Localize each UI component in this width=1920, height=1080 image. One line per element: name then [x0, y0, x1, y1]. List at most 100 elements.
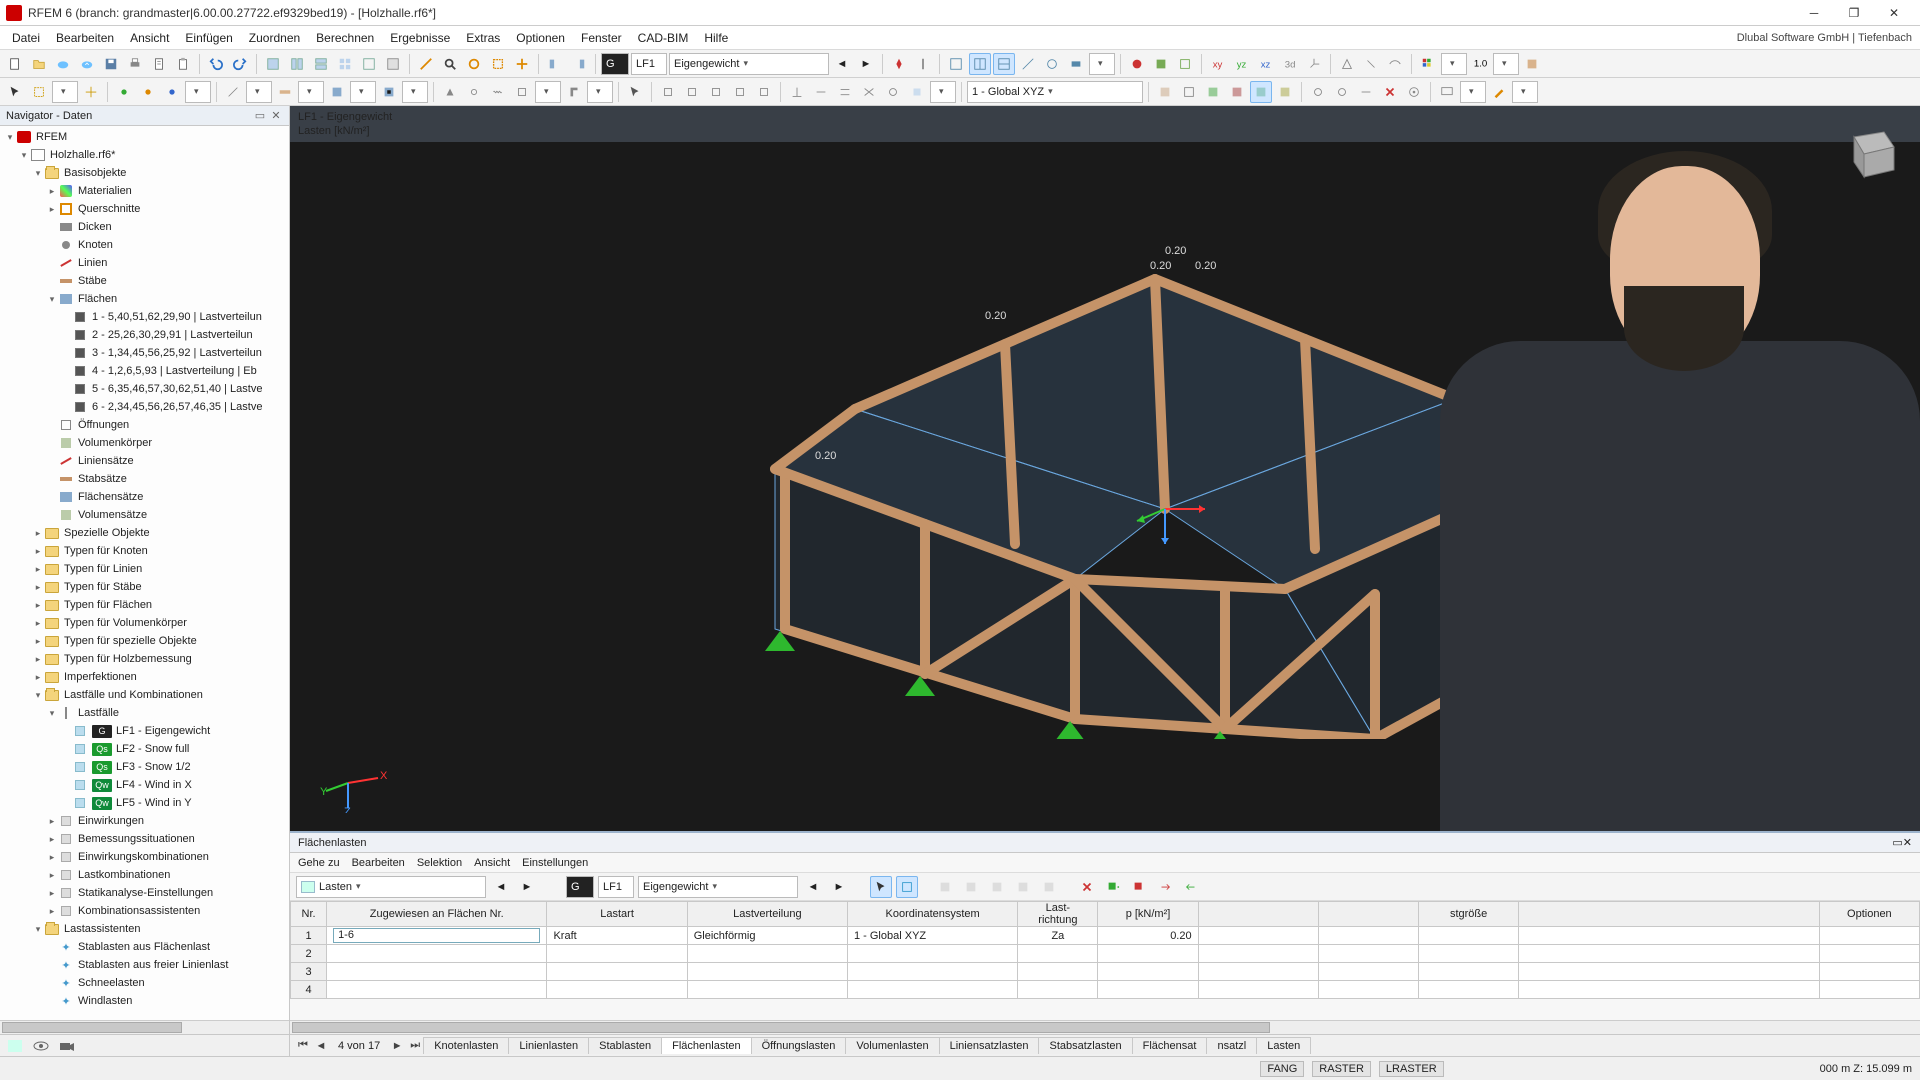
- scale-button[interactable]: 1.0: [1469, 53, 1491, 75]
- tp-lf-name[interactable]: Eigengewicht: [638, 876, 798, 898]
- tp-b3[interactable]: [986, 876, 1008, 898]
- lock-xy-button[interactable]: xy: [1207, 53, 1229, 75]
- tp-prev-group[interactable]: ◄: [490, 876, 512, 898]
- menu-einfuegen[interactable]: Einfügen: [177, 28, 240, 48]
- line-button[interactable]: [222, 81, 244, 103]
- tree-row-loadcase[interactable]: QsLF3 - Snow 1/2: [0, 758, 289, 776]
- lf-name-combo[interactable]: Eigengewicht: [669, 53, 829, 75]
- tp-import[interactable]: [1180, 876, 1202, 898]
- tree-row[interactable]: ✦Stablasten aus freier Linienlast: [0, 956, 289, 974]
- member-button[interactable]: [274, 81, 296, 103]
- tree-row-loadcase[interactable]: QwLF4 - Wind in X: [0, 776, 289, 794]
- view-cube[interactable]: [1834, 122, 1904, 182]
- tp-menu-edit[interactable]: Bearbeiten: [352, 857, 405, 869]
- lf-prev-button[interactable]: ◄: [831, 53, 853, 75]
- tp-select1[interactable]: [870, 876, 892, 898]
- hinge-button[interactable]: [463, 81, 485, 103]
- render-3-button[interactable]: [1174, 53, 1196, 75]
- maximize-button[interactable]: ❐: [1834, 1, 1874, 25]
- layout-1-button[interactable]: [262, 53, 284, 75]
- tp-menu-goto[interactable]: Gehe zu: [298, 857, 340, 869]
- display-right-button[interactable]: [568, 53, 590, 75]
- table-row[interactable]: 11-6KraftGleichförmig1 - Global XYZZa0.2…: [291, 927, 1920, 945]
- tp-next-group[interactable]: ►: [516, 876, 538, 898]
- surface-button[interactable]: [326, 81, 348, 103]
- menu-optionen[interactable]: Optionen: [508, 28, 573, 48]
- tree-row[interactable]: ▸Spezielle Objekte: [0, 524, 289, 542]
- t3-button[interactable]: [834, 81, 856, 103]
- tp-b4[interactable]: [1012, 876, 1034, 898]
- color-more[interactable]: [1441, 53, 1467, 75]
- tree-row[interactable]: 6 - 2,34,45,56,26,57,46,35 | Lastve: [0, 398, 289, 416]
- tp-b5[interactable]: [1038, 876, 1060, 898]
- tp-b1[interactable]: [934, 876, 956, 898]
- select-rect-button[interactable]: [28, 81, 50, 103]
- show-loads-button[interactable]: [1360, 53, 1382, 75]
- tree-row[interactable]: ▸Einwirkungen: [0, 812, 289, 830]
- cloud-sync-button[interactable]: [76, 53, 98, 75]
- viewport-3d[interactable]: LF1 - Eigengewicht Lasten [kN/m²]: [290, 106, 1920, 831]
- tab-prev[interactable]: ◄: [312, 1040, 330, 1052]
- tp-lf-code[interactable]: LF1: [598, 876, 634, 898]
- lock-yz-button[interactable]: yz: [1231, 53, 1253, 75]
- table-tab[interactable]: Lasten: [1256, 1037, 1311, 1054]
- render-2-button[interactable]: [1150, 53, 1172, 75]
- t2-button[interactable]: [810, 81, 832, 103]
- tp-add[interactable]: [1102, 876, 1124, 898]
- table-close-icon[interactable]: ✕: [1903, 836, 1912, 849]
- tree-row[interactable]: ▸Typen für Volumenkörper: [0, 614, 289, 632]
- cursor-button[interactable]: [4, 81, 26, 103]
- tp-prev-lf[interactable]: ◄: [802, 876, 824, 898]
- target-button[interactable]: [1403, 81, 1425, 103]
- sq2-button[interactable]: [681, 81, 703, 103]
- m2-button[interactable]: [1178, 81, 1200, 103]
- tree-row[interactable]: ▸Typen für spezielle Objekte: [0, 632, 289, 650]
- tree-row[interactable]: ▾Lastfälle: [0, 704, 289, 722]
- zoom-window-button[interactable]: [487, 53, 509, 75]
- tp-menu-view[interactable]: Ansicht: [474, 857, 510, 869]
- box-button[interactable]: [1521, 53, 1543, 75]
- tree-row[interactable]: Liniensätze: [0, 452, 289, 470]
- menu-bearbeiten[interactable]: Bearbeiten: [48, 28, 122, 48]
- m1-button[interactable]: [1154, 81, 1176, 103]
- tree-row[interactable]: ▸Typen für Linien: [0, 560, 289, 578]
- tree-row[interactable]: Volumensätze: [0, 506, 289, 524]
- tree-row[interactable]: ▸Kombinationsassistenten: [0, 902, 289, 920]
- navigator-hscroll[interactable]: [0, 1020, 289, 1034]
- tree-row[interactable]: 5 - 6,35,46,57,30,62,51,40 | Lastve: [0, 380, 289, 398]
- grid-2-button[interactable]: [969, 53, 991, 75]
- pen-button[interactable]: [1488, 81, 1510, 103]
- monitor-more[interactable]: [1460, 81, 1486, 103]
- rigid-link-button[interactable]: [511, 81, 533, 103]
- tp-export[interactable]: [1154, 876, 1176, 898]
- tree-row[interactable]: ▸Typen für Knoten: [0, 542, 289, 560]
- lf-code[interactable]: LF1: [631, 53, 667, 75]
- section-more[interactable]: [587, 81, 613, 103]
- table-row[interactable]: 4: [291, 981, 1920, 999]
- cursor2-button[interactable]: [624, 81, 646, 103]
- lock-xz-button[interactable]: xz: [1255, 53, 1277, 75]
- pan-button[interactable]: [511, 53, 533, 75]
- grid-1-button[interactable]: [945, 53, 967, 75]
- surface-more[interactable]: [350, 81, 376, 103]
- menu-zuordnen[interactable]: Zuordnen: [241, 28, 308, 48]
- redo-button[interactable]: [229, 53, 251, 75]
- node-orange-button[interactable]: [137, 81, 159, 103]
- menu-berechnen[interactable]: Berechnen: [308, 28, 382, 48]
- tree-row[interactable]: ▸Typen für Stäbe: [0, 578, 289, 596]
- m5-button[interactable]: [1250, 81, 1272, 103]
- member-more[interactable]: [298, 81, 324, 103]
- grid-4-button[interactable]: [1017, 53, 1039, 75]
- table-tab[interactable]: Öffnungslasten: [751, 1037, 847, 1054]
- nav-tab-data-icon[interactable]: [6, 1038, 24, 1054]
- node-more[interactable]: [185, 81, 211, 103]
- display-left-button[interactable]: [544, 53, 566, 75]
- grid-more[interactable]: [1089, 53, 1115, 75]
- render-1-button[interactable]: [1126, 53, 1148, 75]
- c3-button[interactable]: [1355, 81, 1377, 103]
- menu-ergebnisse[interactable]: Ergebnisse: [382, 28, 458, 48]
- pin-button[interactable]: [888, 53, 910, 75]
- m6-button[interactable]: [1274, 81, 1296, 103]
- save-button[interactable]: [100, 53, 122, 75]
- table-tab[interactable]: Flächenlasten: [661, 1037, 752, 1054]
